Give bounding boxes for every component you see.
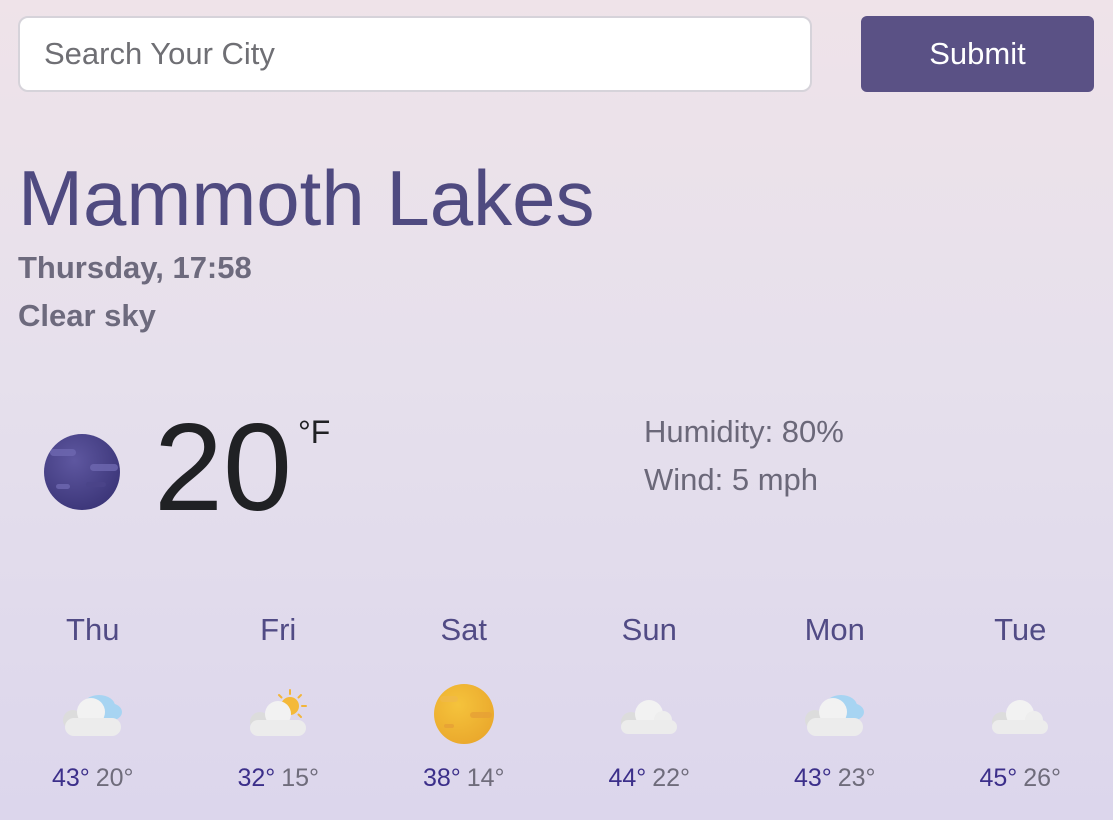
forecast-min-temp: 23° [837, 764, 876, 792]
forecast-day-name: Thu [66, 612, 120, 647]
forecast-day: Mon 43° 23° [742, 610, 928, 793]
date-time: Thursday, 17:58 [18, 250, 252, 285]
humidity: Humidity: 80% [644, 414, 844, 449]
current-temperature: 20 [154, 399, 292, 537]
forecast-min-temp: 15° [281, 764, 320, 792]
forecast-temps: 43° 20° [52, 764, 134, 793]
forecast-min-temp: 22° [652, 764, 691, 792]
forecast-day-name: Sat [440, 612, 488, 647]
clear-night-icon [44, 434, 120, 510]
forecast-max-temp: 38° [422, 764, 461, 792]
forecast-max-temp: 44° [608, 764, 647, 792]
forecast-temps: 32° 15° [237, 764, 319, 793]
forecast-min-temp: 26° [1023, 764, 1062, 792]
forecast-max-temp: 43° [51, 764, 90, 792]
submit-button[interactable]: Submit [861, 16, 1094, 92]
forecast-day-name: Fri [260, 612, 297, 647]
forecast-day: Sun 44° 22° [557, 610, 743, 793]
forecast-max-temp: 45° [979, 764, 1018, 792]
temperature-unit: °F [298, 414, 331, 450]
forecast-min-temp: 14° [466, 764, 505, 792]
forecast-min-temp: 20° [95, 764, 134, 792]
weather-description: Clear sky [18, 298, 156, 333]
partly-cloudy-icon [62, 695, 122, 736]
partly-cloudy-icon [804, 695, 864, 736]
forecast-temps: 38° 14° [423, 764, 505, 793]
forecast-temps: 45° 26° [979, 764, 1061, 793]
sun-icon [433, 684, 494, 744]
wind-speed: Wind: 5 mph [644, 462, 819, 497]
forecast-day: Sat 38° 14° [371, 610, 557, 793]
city-name: Mammoth Lakes [18, 154, 595, 242]
forecast-max-temp: 43° [793, 764, 832, 792]
forecast-day-name: Mon [804, 612, 865, 647]
search-input[interactable] [18, 16, 812, 92]
forecast-day: Fri 32° 15° [186, 610, 372, 793]
forecast-day: Tue 45° 26° [928, 610, 1113, 793]
forecast-day: Thu 43° 20° [0, 610, 186, 793]
forecast-temps: 43° 23° [794, 764, 876, 793]
forecast-max-temp: 32° [237, 764, 276, 792]
forecast: Thu 43° 20° Fri 32° 15° Sat 38° 14° Sun … [0, 610, 1113, 793]
sun-cloud-icon [250, 689, 308, 736]
cloud-icon [621, 700, 678, 734]
cloud-icon [992, 700, 1049, 734]
forecast-temps: 44° 22° [608, 764, 690, 793]
forecast-day-name: Sun [621, 612, 677, 647]
forecast-day-name: Tue [994, 612, 1047, 647]
